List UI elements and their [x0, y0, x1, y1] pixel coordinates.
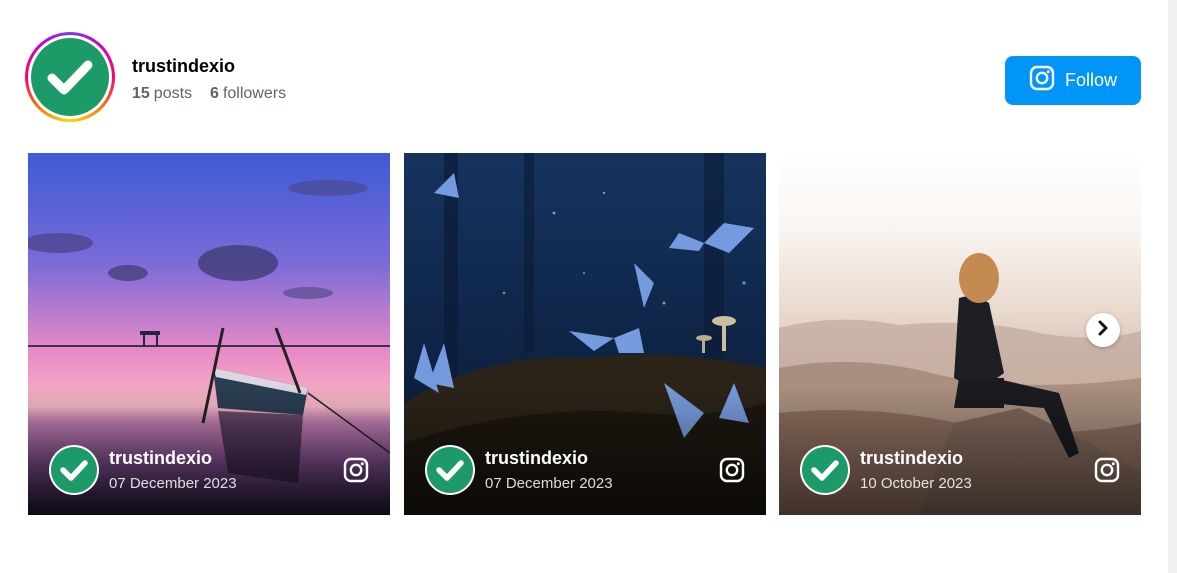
check-icon: [802, 447, 848, 493]
follow-button[interactable]: Follow: [1005, 56, 1141, 105]
scrollbar-track[interactable]: [1168, 0, 1177, 573]
profile-avatar[interactable]: [25, 32, 115, 122]
post-avatar[interactable]: [49, 445, 99, 495]
instagram-icon[interactable]: [343, 457, 369, 483]
post-date: 07 December 2023: [485, 475, 613, 492]
post-date: 10 October 2023: [860, 475, 972, 492]
follow-button-label: Follow: [1064, 70, 1117, 90]
carousel-next-button[interactable]: [1086, 313, 1120, 347]
posts-count: 15: [132, 85, 150, 102]
post-author[interactable]: trustindexio: [109, 448, 212, 469]
check-icon: [427, 447, 473, 493]
check-icon: [51, 447, 97, 493]
post-avatar[interactable]: [425, 445, 475, 495]
post-author[interactable]: trustindexio: [485, 448, 588, 469]
profile-username[interactable]: trustindexio: [132, 56, 235, 77]
instagram-icon[interactable]: [719, 457, 745, 483]
post-date: 07 December 2023: [109, 475, 237, 492]
check-icon: [31, 38, 109, 116]
instagram-icon: [1029, 65, 1055, 96]
instagram-icon[interactable]: [1094, 457, 1120, 483]
posts-label: posts: [153, 85, 193, 102]
profile-header: trustindexio 15 posts 6 followers Follow: [25, 32, 1141, 122]
chevron-right-icon: [1096, 320, 1110, 341]
post-avatar[interactable]: [800, 445, 850, 495]
followers-count: 6: [210, 85, 219, 102]
post-card[interactable]: trustindexio 07 December 2023: [404, 153, 766, 515]
post-card[interactable]: trustindexio 07 December 2023: [28, 153, 390, 515]
followers-label: followers: [222, 85, 287, 102]
profile-stats: 15 posts 6 followers: [132, 85, 286, 103]
post-author[interactable]: trustindexio: [860, 448, 963, 469]
